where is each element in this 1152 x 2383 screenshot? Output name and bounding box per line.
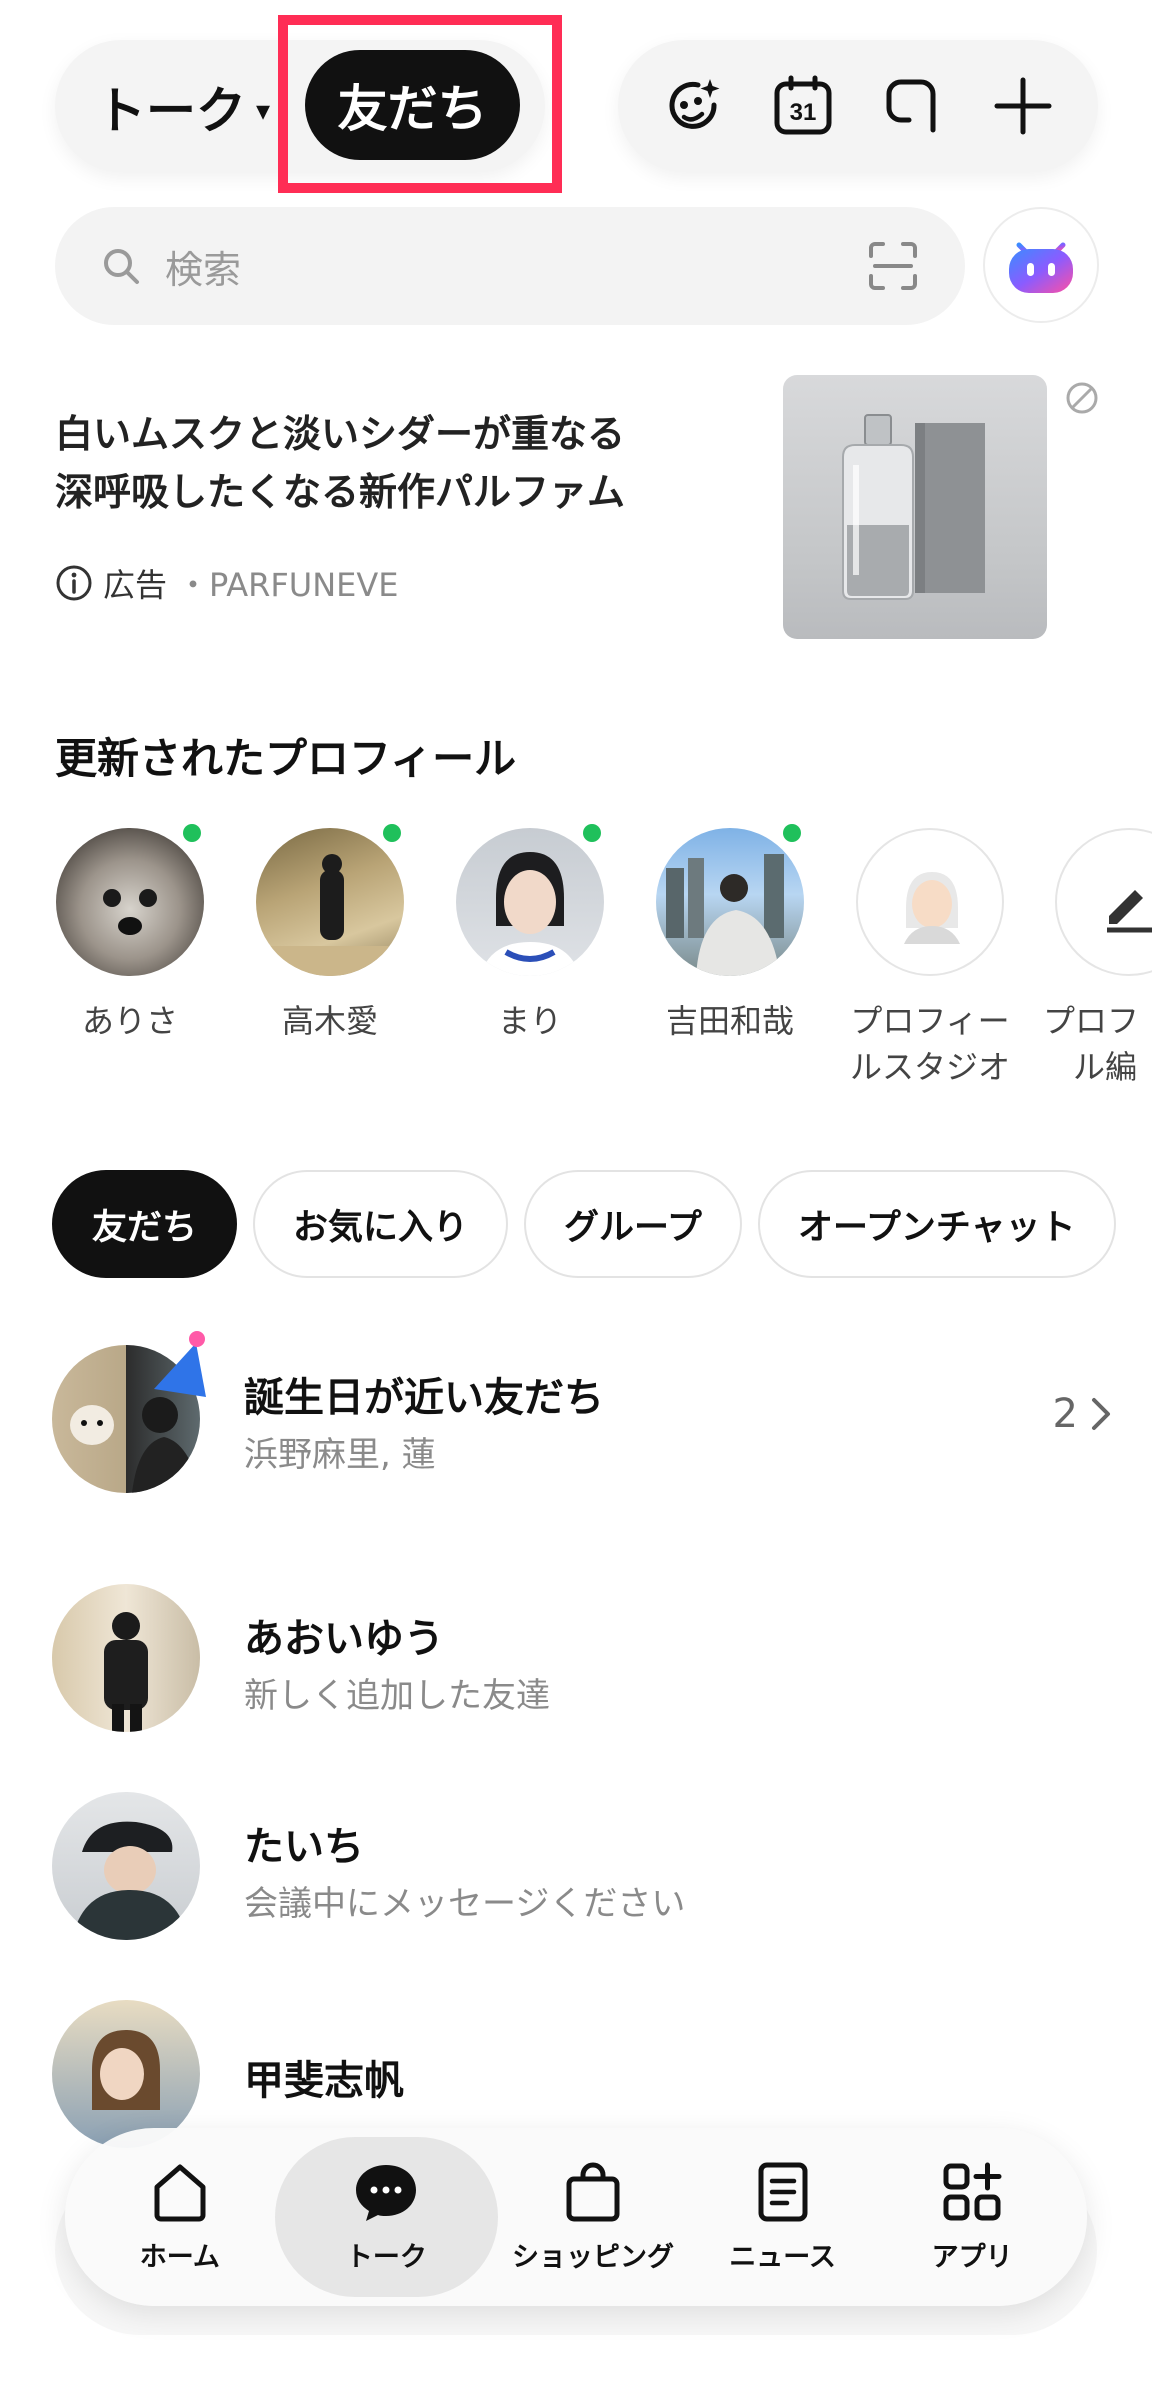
avatar [256, 828, 404, 976]
sparkle-face-icon[interactable] [657, 70, 729, 142]
calendar-day: 31 [790, 99, 817, 126]
online-dot [183, 824, 201, 842]
home-icon [154, 2164, 206, 2221]
avatar [456, 828, 604, 976]
profile-name: まり [497, 1002, 562, 1040]
avatar [52, 1584, 200, 1732]
nav-apps-label: アプリ [931, 2241, 1013, 2273]
nav-news[interactable]: ニュース [688, 2137, 878, 2297]
profile-item[interactable]: 高木愛 [255, 824, 405, 1044]
nav-talk-label: トーク [345, 2241, 427, 2273]
search-placeholder: 検索 [165, 247, 242, 292]
friend-subtext: 新しく追加した友達 [244, 1676, 550, 1716]
avatar [52, 2000, 200, 2148]
profile-item[interactable]: 吉田和哉 [655, 824, 805, 1044]
party-hat-icon [154, 1331, 206, 1397]
friend-subtext: 会議中にメッセージください [244, 1884, 686, 1924]
bottom-nav: ホーム トーク ショッピング ニュース アプリ [65, 2128, 1087, 2306]
profile-name: 高木愛 [281, 1002, 378, 1040]
nav-news-label: ニュース [729, 2241, 836, 2273]
friend-name: たいち [244, 1824, 364, 1870]
ad-image[interactable] [783, 375, 1047, 639]
updated-profiles-title: 更新されたプロフィール [55, 734, 517, 783]
profile-name: ありさ [81, 1002, 178, 1040]
friend-name: 誕生日が近い友だち [244, 1375, 604, 1421]
birthday-row[interactable]: 誕生日が近い友だち 浜野麻里, 蓮 2 [52, 1331, 1112, 1495]
friend-filter-tabs: 友だち お気に入り グループ オープンチャット [52, 1170, 1116, 1278]
info-icon[interactable] [55, 564, 93, 602]
profile-studio-item[interactable]: プロフィー ルスタジオ [845, 828, 1015, 1090]
chat-bubble-icon [356, 2164, 417, 2221]
apps-grid-icon [943, 2162, 1002, 2220]
ad-sponsor: ・PARFUNEVE [177, 566, 399, 604]
online-dot [783, 824, 801, 842]
profile-edit-item[interactable]: プロフ ル編 [1043, 828, 1152, 1090]
friend-name: あおいゆう [244, 1616, 444, 1662]
tab-openchat[interactable]: オープンチャット [757, 1170, 1116, 1278]
profile-studio-label: プロフィー ルスタジオ [849, 1002, 1010, 1086]
search-bar[interactable]: 検索 [55, 207, 965, 325]
tab-friends[interactable]: 友だち [52, 1170, 238, 1278]
chevron-right-icon [1092, 1398, 1110, 1430]
nav-home[interactable]: ホーム [85, 2137, 275, 2297]
avatar [56, 828, 204, 976]
avatar [656, 828, 804, 976]
talk-dropdown[interactable]: トーク ▾ [96, 72, 270, 142]
ad-title-line2: 深呼吸したくなる新作パルファム [55, 470, 626, 514]
robot-icon [1009, 242, 1073, 293]
profile-item[interactable]: ありさ [55, 824, 205, 1044]
ad-block-icon[interactable] [1064, 380, 1100, 416]
online-dot [583, 824, 601, 842]
friend-row[interactable]: たいち 会議中にメッセージください [52, 1792, 1112, 1942]
nav-talk[interactable]: トーク [274, 2137, 499, 2297]
ad-title[interactable]: 白いムスクと淡いシダーが重なる 深呼吸したくなる新作パルファム [55, 405, 755, 521]
plus-icon[interactable] [987, 70, 1059, 142]
ad-meta: 広告 ・PARFUNEVE [55, 560, 399, 606]
nav-shopping-label: ショッピング [511, 2241, 674, 2273]
friend-name: 甲斐志帆 [244, 2058, 404, 2104]
friend-row[interactable]: あおいゆう 新しく追加した友達 [52, 1584, 1112, 1734]
profile-name: 吉田和哉 [665, 1002, 794, 1040]
avatar [52, 1792, 200, 1940]
caret-down-icon: ▾ [256, 93, 271, 127]
tab-favorites[interactable]: お気に入り [253, 1170, 509, 1278]
profile-carousel[interactable]: ありさ 高木愛 まり 吉田和哉 プロフィー ルスタジオ プロフ ル編 [55, 824, 1152, 1108]
edit-icon [1055, 828, 1152, 976]
news-icon [758, 2162, 808, 2221]
birthday-count[interactable]: 2 [1053, 1391, 1112, 1437]
calendar-icon[interactable]: 31 [767, 70, 839, 142]
nav-home-label: ホーム [139, 2241, 220, 2273]
ad-label: 広告 [103, 566, 168, 604]
talk-label: トーク [96, 82, 246, 140]
nav-apps[interactable]: アプリ [877, 2137, 1067, 2297]
scan-icon[interactable] [867, 240, 919, 292]
profile-item[interactable]: まり [455, 824, 605, 1044]
shopping-bag-icon [566, 2162, 620, 2221]
header-actions: 31 [618, 40, 1098, 172]
ad-title-line1: 白いムスクと淡いシダーが重なる [55, 412, 626, 456]
search-icon [104, 249, 139, 284]
tab-groups[interactable]: グループ [524, 1170, 742, 1278]
ai-assistant-button[interactable] [983, 207, 1099, 323]
count-label: 2 [1052, 1391, 1078, 1437]
friend-subtext: 浜野麻里, 蓮 [244, 1435, 436, 1475]
highlight-box [278, 15, 562, 193]
nav-shopping[interactable]: ショッピング [498, 2137, 688, 2297]
profile-edit-label: プロフ ル編 [1043, 1002, 1140, 1086]
online-dot [383, 824, 401, 842]
chat-square-icon[interactable] [877, 70, 949, 142]
avatar-icon [856, 828, 1004, 976]
